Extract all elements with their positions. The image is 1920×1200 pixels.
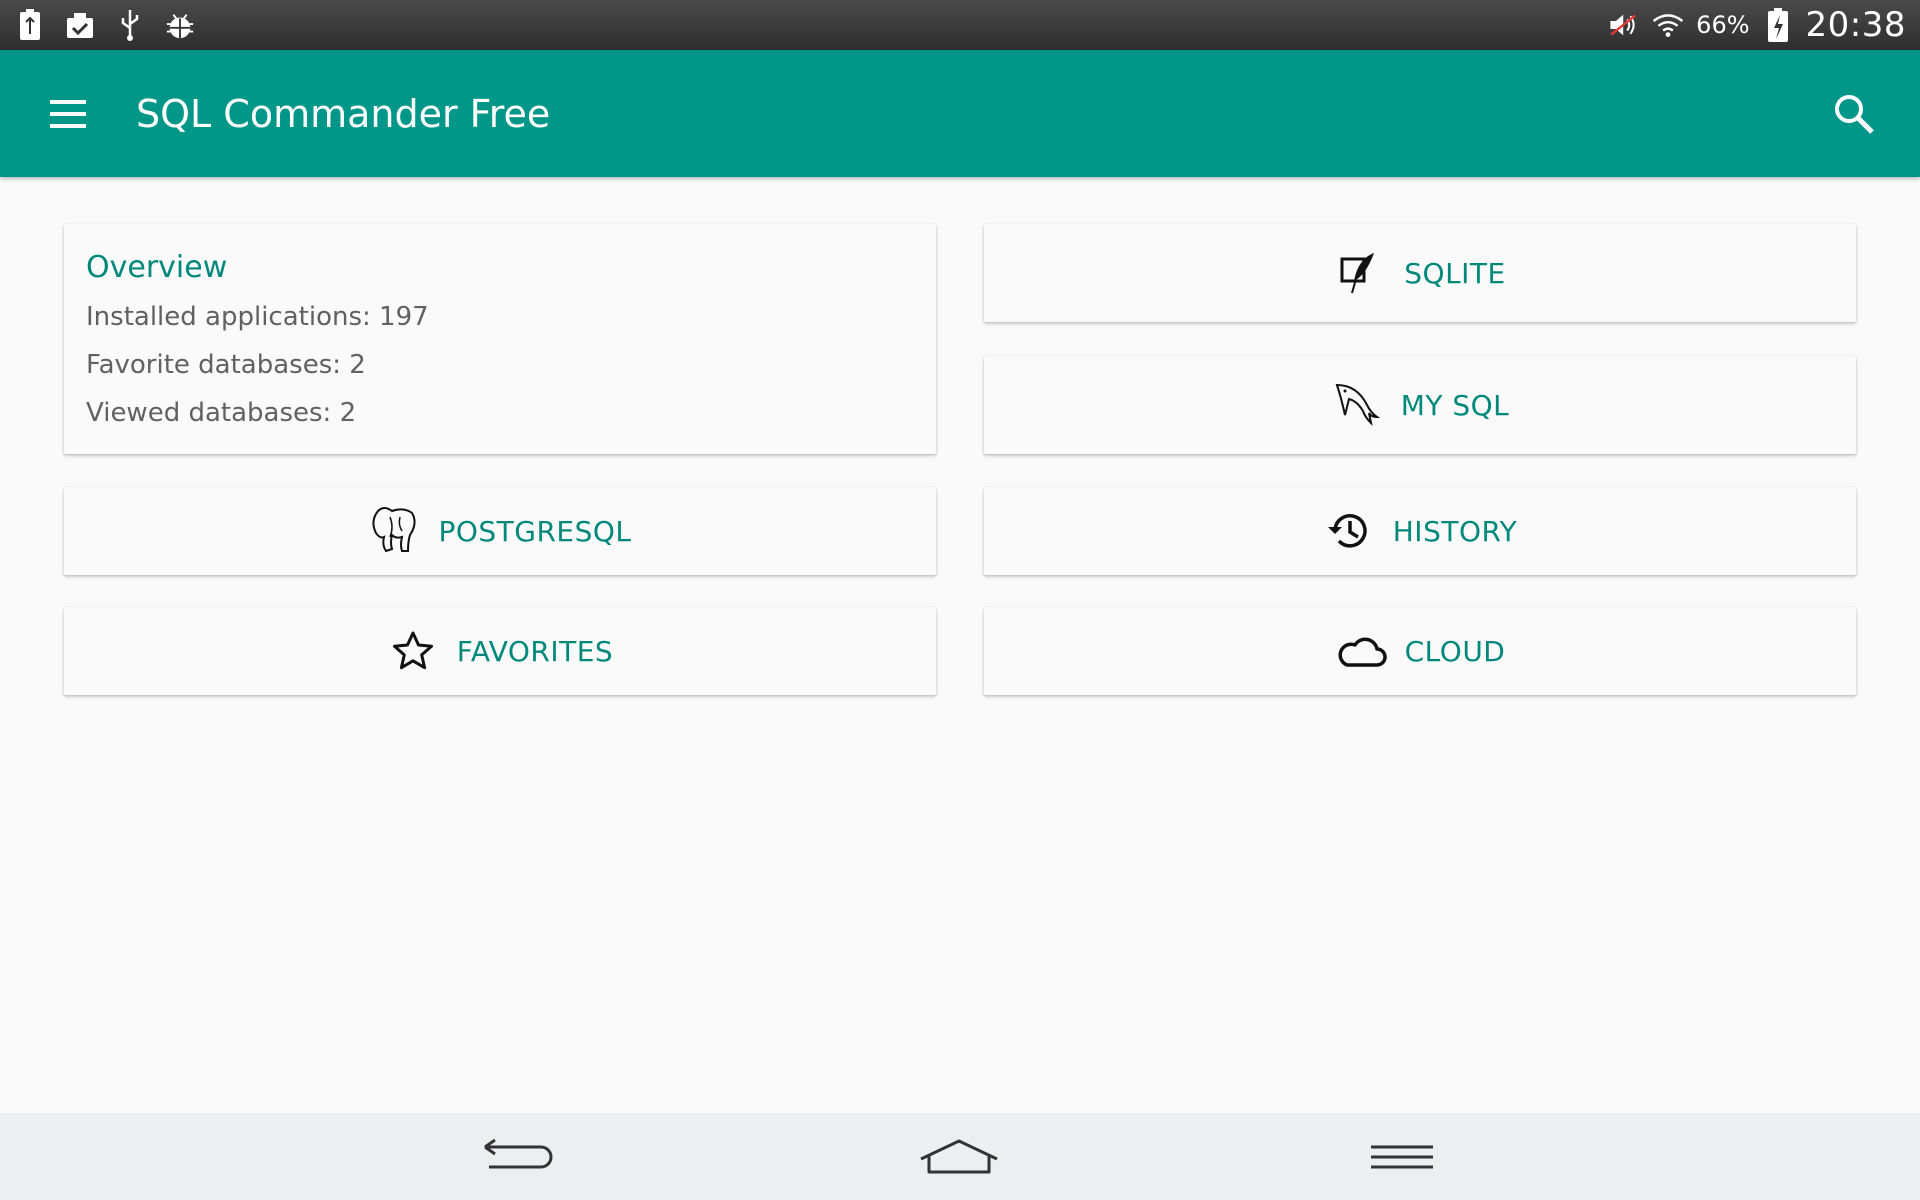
navigation-bar [0, 1113, 1920, 1200]
sqlite-button[interactable]: SQLITE [984, 224, 1856, 322]
battery-percent: 66% [1696, 11, 1750, 39]
android-debug-icon [164, 9, 196, 41]
wifi-icon [1652, 9, 1684, 41]
volume-muted-icon [1608, 9, 1640, 41]
feather-icon [1334, 247, 1386, 299]
app-title: SQL Commander Free [136, 92, 551, 136]
favorites-label: FAVORITES [456, 634, 614, 668]
battery-saver-icon [14, 9, 46, 41]
app-bar: SQL Commander Free [0, 50, 1920, 177]
cloud-button[interactable]: CLOUD [984, 607, 1856, 695]
favorites-button[interactable]: FAVORITES [64, 607, 936, 695]
menu-icon[interactable] [1362, 1131, 1442, 1183]
star-icon [387, 625, 439, 677]
status-bar-notifications [14, 0, 196, 50]
history-label: HISTORY [1392, 514, 1518, 548]
sqlite-label: SQLITE [1404, 256, 1506, 290]
elephant-icon [368, 505, 420, 557]
history-icon [1323, 505, 1375, 557]
favorite-databases-text: Favorite databases: 2 [86, 350, 366, 380]
cloud-icon [1335, 625, 1387, 677]
cloud-label: CLOUD [1404, 634, 1506, 668]
search-icon[interactable] [1832, 92, 1876, 136]
usb-icon [114, 9, 146, 41]
mysql-button[interactable]: MY SQL [984, 356, 1856, 454]
battery-charging-icon [1762, 8, 1794, 42]
clipboard-check-icon [64, 9, 96, 41]
clock: 20:38 [1805, 5, 1906, 45]
status-bar: 66% 20:38 [0, 0, 1920, 51]
home-icon[interactable] [919, 1131, 999, 1183]
back-icon[interactable] [477, 1131, 557, 1183]
dolphin-icon [1331, 379, 1383, 431]
history-button[interactable]: HISTORY [984, 487, 1856, 575]
hamburger-menu-icon[interactable] [48, 94, 88, 134]
postgresql-button[interactable]: POSTGRESQL [64, 487, 936, 575]
overview-card: Overview Installed applications: 197 Fav… [64, 224, 936, 454]
mysql-label: MY SQL [1400, 388, 1510, 422]
status-bar-system: 66% 20:38 [1608, 0, 1906, 50]
installed-applications-text: Installed applications: 197 [86, 302, 429, 332]
overview-title: Overview [86, 250, 228, 285]
viewed-databases-text: Viewed databases: 2 [86, 398, 357, 428]
postgresql-label: POSTGRESQL [438, 514, 632, 548]
